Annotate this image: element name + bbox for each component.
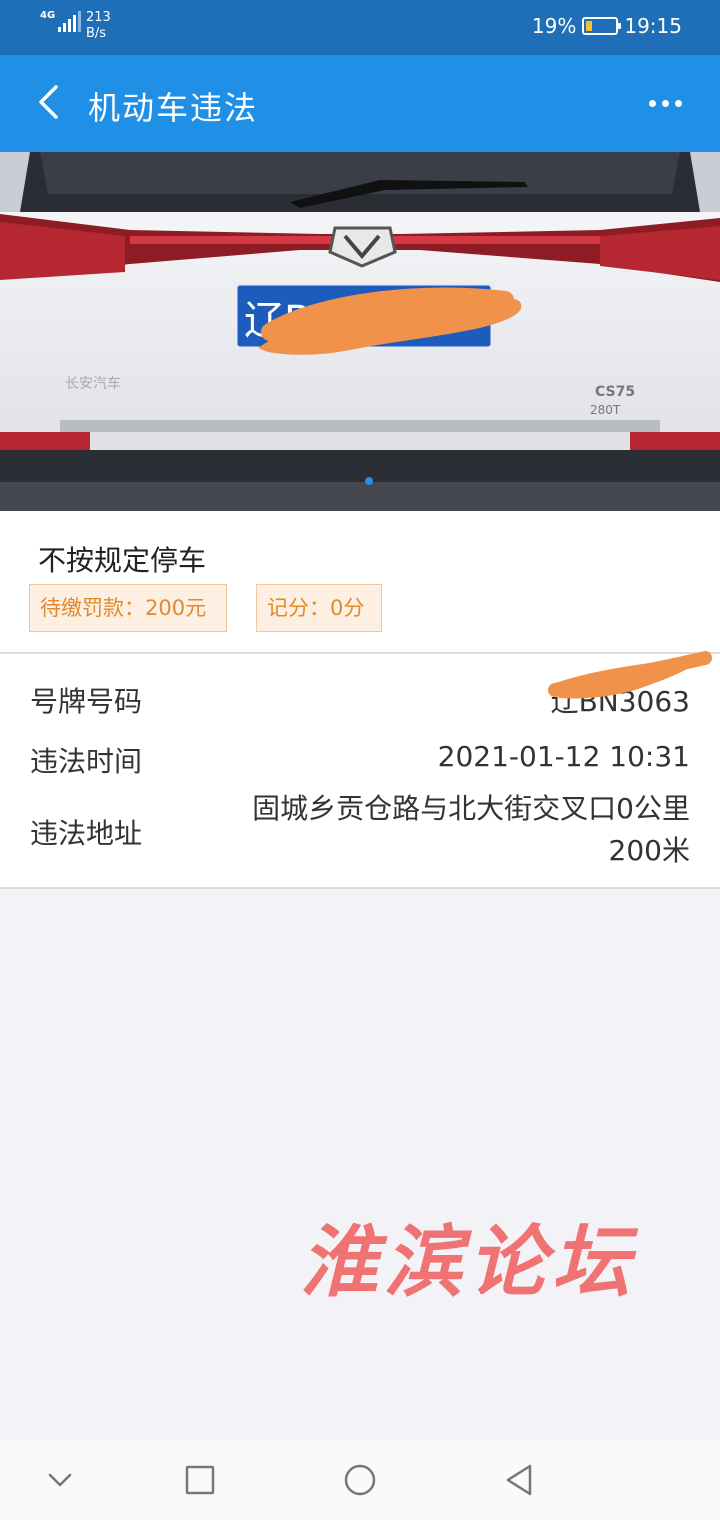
- nav-recents-button[interactable]: [178, 1458, 222, 1502]
- network-type: 4G: [40, 10, 56, 21]
- chevron-left-icon: [39, 85, 58, 119]
- carousel-indicator: [365, 477, 373, 485]
- triangle-back-icon: [506, 1464, 532, 1496]
- points-badge: 记分：0分: [256, 584, 382, 632]
- network-speed: 213 B/s: [86, 10, 111, 42]
- square-icon: [185, 1465, 215, 1495]
- plate-value: 辽BN3063: [550, 685, 690, 718]
- back-button[interactable]: [24, 77, 74, 127]
- speed-unit: B/s: [86, 26, 107, 41]
- violation-summary: 不按规定停车 待缴罚款：200元 记分：0分: [0, 511, 720, 652]
- chevron-down-icon: [48, 1473, 72, 1487]
- car-rear-image: 辽B 长安汽车 CS75 280T: [0, 152, 720, 511]
- battery-percent: 19%: [531, 14, 577, 38]
- nav-collapse-button[interactable]: [38, 1458, 82, 1502]
- speed-value: 213: [86, 10, 111, 25]
- svg-text:CS75: CS75: [595, 384, 635, 400]
- signal-indicator: 4G: [40, 10, 82, 32]
- page-title: 机动车违法: [88, 89, 259, 127]
- more-button[interactable]: [640, 85, 690, 121]
- fine-badge: 待缴罚款：200元: [29, 584, 227, 632]
- address-value: 固城乡贡仓路与北大街交叉口0公里200米: [252, 792, 690, 867]
- forum-watermark: 淮滨论坛: [300, 1217, 637, 1308]
- system-nav-bar: [0, 1440, 720, 1520]
- violation-type: 不按规定停车: [38, 544, 207, 577]
- clock: 19:15: [624, 14, 682, 38]
- time-value: 2021-01-12 10:31: [437, 740, 690, 773]
- violation-photo[interactable]: 辽B 长安汽车 CS75 280T: [0, 152, 720, 511]
- nav-back-button[interactable]: [498, 1458, 542, 1502]
- time-label: 违法时间: [30, 745, 143, 778]
- svg-text:280T: 280T: [590, 403, 621, 417]
- divider: [0, 887, 720, 889]
- signal-icon: [58, 10, 82, 32]
- plate-label: 号牌号码: [30, 685, 143, 718]
- violation-details: 号牌号码 辽BN3063 违法时间 2021-01-12 10:31 违法地址 …: [0, 651, 720, 887]
- battery-icon: [582, 17, 622, 35]
- status-bar: 4G 213 B/s 19% 19:15: [0, 0, 720, 55]
- nav-home-button[interactable]: [338, 1458, 382, 1502]
- more-dots-icon: [648, 99, 656, 107]
- address-label: 违法地址: [30, 817, 143, 850]
- circle-icon: [344, 1464, 376, 1496]
- svg-text:长安汽车: 长安汽车: [65, 375, 121, 392]
- app-header: 机动车违法: [0, 55, 720, 152]
